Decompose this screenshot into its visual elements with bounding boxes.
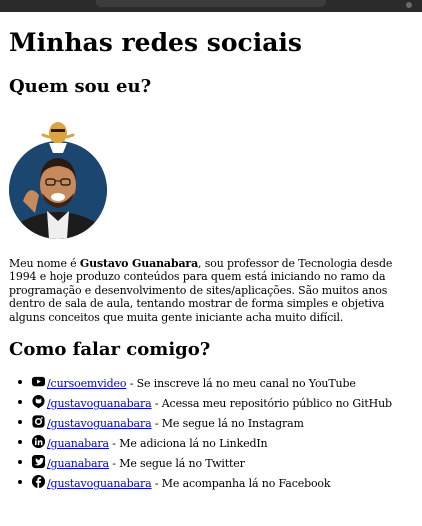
bio-text-start: Meu nome é [9,257,80,270]
about-heading: Quem sou eu? [9,76,152,97]
address-bar[interactable] [96,0,326,7]
facebook-icon[interactable] [31,474,46,489]
bullet-icon [18,400,22,405]
bio-paragraph: Meu nome é Gustavo Guanabara, sou profes… [9,257,415,324]
list-item-youtube: /cursoemvideo - Se inscreve lá no meu ca… [18,374,415,391]
social-links-list: /cursoemvideo - Se inscreve lá no meu ca… [9,374,415,490]
youtube-icon[interactable] [31,374,46,389]
bullet-icon [18,440,22,445]
page-frame: Minhas redes sociais Quem sou eu? Meu no… [0,0,422,526]
list-item-instagram: /gustavoguanabara - Me segue lá no Insta… [18,414,415,431]
extension-icon[interactable] [406,2,412,8]
bio-name: Gustavo Guanabara [79,257,199,270]
github-icon[interactable] [31,394,46,409]
youtube-description: - Se inscreve lá no meu canal no YouTube [126,377,356,391]
bullet-icon [18,420,22,425]
bullet-icon [18,380,22,385]
list-item-github: /gustavoguanabara - Acessa meu repositór… [18,394,415,411]
github-link[interactable]: /gustavoguanabara [47,397,152,410]
page-title: Minhas redes sociais [9,28,302,57]
browser-toolbar [0,0,422,12]
list-item-linkedin: /guanabara - Me adiciona lá no LinkedIn [18,434,415,451]
linkedin-link[interactable]: /guanabara [47,437,109,450]
list-item-facebook: /gustavoguanabara - Me acompanha lá no F… [18,474,415,491]
page-content: Minhas redes sociais Quem sou eu? Meu no… [9,12,415,494]
linkedin-icon[interactable] [31,434,46,449]
bullet-icon [18,460,22,465]
profile-photo [9,113,107,239]
twitter-link[interactable]: /guanabara [47,457,109,470]
bullet-icon [18,480,22,485]
linkedin-description: - Me adiciona lá no LinkedIn [108,437,268,451]
twitter-icon[interactable] [31,454,46,469]
facebook-description: - Me acompanha lá no Facebook [151,477,331,491]
twitter-description: - Me segue lá no Twitter [108,457,245,471]
contact-heading: Como falar comigo? [9,339,211,361]
youtube-link[interactable]: /cursoemvideo [47,377,127,390]
list-item-twitter: /guanabara - Me segue lá no Twitter [18,454,415,471]
facebook-link[interactable]: /gustavoguanabara [47,477,152,490]
github-description: - Acessa meu repositório público no GitH… [151,397,392,411]
instagram-description: - Me segue lá no Instagram [151,417,304,431]
instagram-icon[interactable] [31,414,46,429]
profile-photo-image [9,122,107,239]
instagram-link[interactable]: /gustavoguanabara [47,417,152,430]
